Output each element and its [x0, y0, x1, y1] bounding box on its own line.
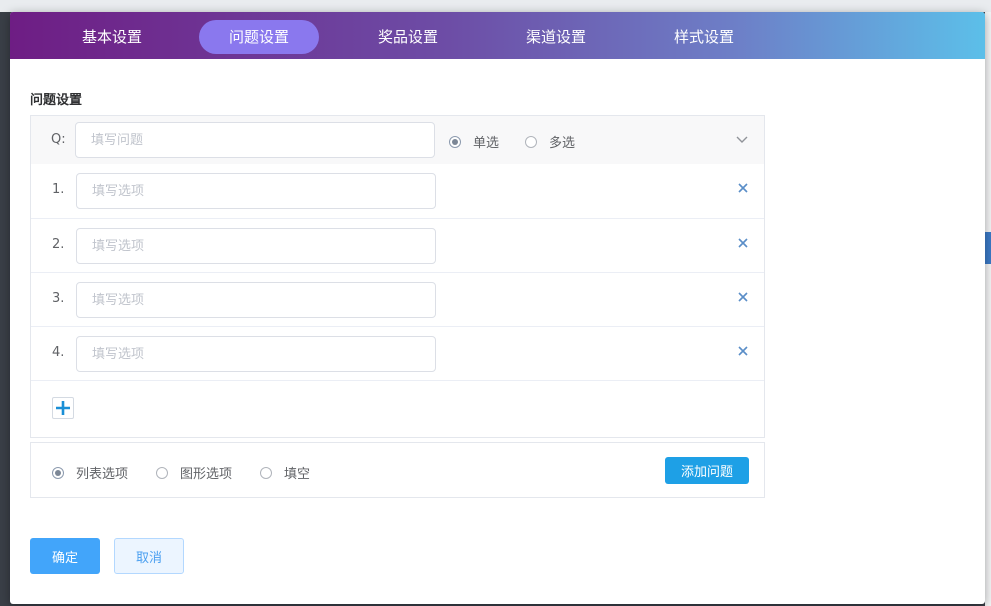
question-settings-dialog: 基本设置 问题设置 奖品设置 渠道设置 样式设置 问题设置 Q: 单选 多选 1…	[10, 12, 985, 604]
close-icon[interactable]	[738, 238, 748, 248]
section-title: 问题设置	[30, 93, 83, 108]
radio-blank-label: 填空	[284, 467, 311, 482]
radio-fill-blank[interactable]: 填空	[260, 463, 310, 482]
radio-list-label: 列表选项	[76, 467, 129, 482]
question-prefix: Q:	[51, 132, 66, 147]
radio-dot	[52, 466, 64, 479]
option-number: 2.	[52, 237, 65, 252]
radio-multiple-choice[interactable]: 多选	[525, 132, 575, 151]
tab-bar: 基本设置 问题设置 奖品设置 渠道设置 样式设置	[10, 12, 985, 59]
tab-prize-settings[interactable]: 奖品设置	[348, 20, 468, 54]
tab-question-settings[interactable]: 问题设置	[199, 20, 319, 54]
radio-list-options[interactable]: 列表选项	[52, 463, 128, 482]
option-input[interactable]	[76, 282, 436, 318]
option-row: 3.	[31, 272, 764, 327]
add-option-button[interactable]	[52, 397, 74, 419]
option-input[interactable]	[76, 336, 436, 372]
question-input[interactable]	[75, 122, 435, 158]
plus-icon	[56, 401, 70, 415]
radio-dot	[525, 135, 537, 148]
option-input[interactable]	[76, 173, 436, 209]
chevron-down-icon[interactable]	[734, 131, 750, 147]
radio-single-choice[interactable]: 单选	[449, 132, 499, 151]
answer-type-bar: 列表选项 图形选项 填空 添加问题	[30, 442, 765, 498]
option-row: 1.	[31, 164, 764, 218]
confirm-button[interactable]: 确定	[30, 538, 100, 574]
option-number: 3.	[52, 291, 65, 306]
background-page-edge	[985, 12, 991, 606]
radio-dot	[449, 135, 461, 148]
close-icon[interactable]	[738, 183, 748, 193]
background-page	[0, 0, 991, 12]
radio-single-label: 单选	[473, 136, 500, 151]
radio-image-label: 图形选项	[180, 467, 233, 482]
radio-multi-label: 多选	[549, 136, 576, 151]
background-page-accent	[985, 232, 991, 264]
radio-dot	[260, 466, 272, 479]
add-option-row	[31, 380, 764, 438]
close-icon[interactable]	[738, 292, 748, 302]
question-card: Q: 单选 多选 1. 2.	[30, 115, 765, 438]
tab-channel-settings[interactable]: 渠道设置	[496, 20, 616, 54]
add-question-button[interactable]: 添加问题	[665, 457, 749, 484]
tab-style-settings[interactable]: 样式设置	[644, 20, 764, 54]
option-number: 4.	[52, 345, 65, 360]
tab-basic-settings[interactable]: 基本设置	[52, 20, 172, 54]
cancel-button[interactable]: 取消	[114, 538, 184, 574]
option-input[interactable]	[76, 228, 436, 264]
option-row: 4.	[31, 326, 764, 381]
radio-image-options[interactable]: 图形选项	[156, 463, 232, 482]
option-row: 2.	[31, 218, 764, 273]
question-header: Q: 单选 多选	[31, 116, 764, 164]
close-icon[interactable]	[738, 346, 748, 356]
radio-dot	[156, 466, 168, 479]
option-number: 1.	[52, 182, 65, 197]
